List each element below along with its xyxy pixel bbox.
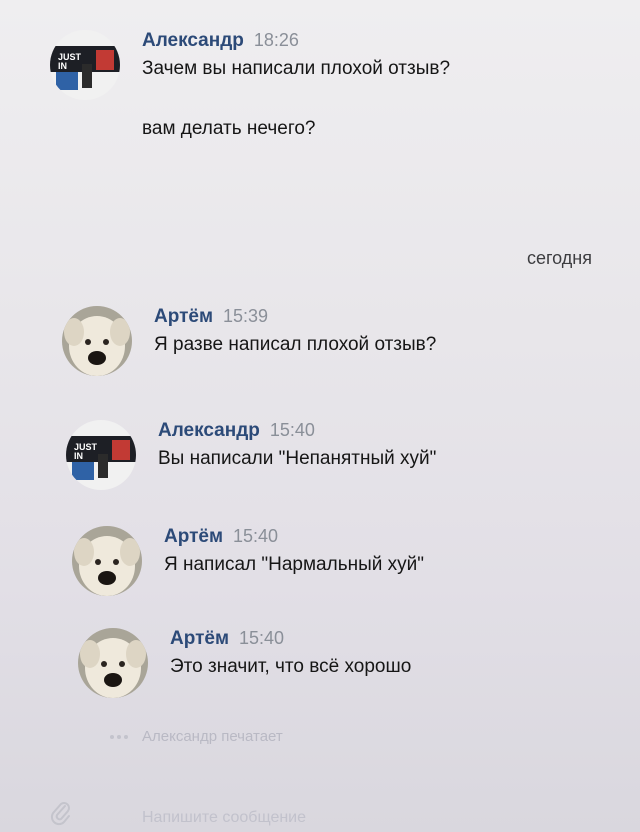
- message-time: 15:40: [269, 420, 315, 440]
- avatar-game-logo[interactable]: JUST IN: [66, 420, 136, 490]
- message-text: Вы написали "Непанятный хуй": [158, 448, 437, 469]
- message-input[interactable]: [140, 804, 564, 832]
- message-time: 15:40: [239, 628, 285, 648]
- message-text: Зачем вы написали плохой отзыв?: [142, 58, 451, 79]
- message-artem-2: Артём 15:40 Я написал "Нармальный хуй": [72, 526, 424, 596]
- message-time: 15:40: [233, 526, 279, 546]
- author-name[interactable]: Александр: [142, 30, 244, 52]
- svg-text:IN: IN: [58, 61, 67, 71]
- message-alexander-1: JUST IN Александр 18:26 Зачем вы написал…: [50, 30, 450, 140]
- author-name[interactable]: Артём: [154, 306, 213, 328]
- svg-text:IN: IN: [74, 451, 83, 461]
- author-name[interactable]: Александр: [158, 420, 260, 442]
- game-logo-avatar-icon: JUST IN: [66, 420, 136, 490]
- message-text: Я написал "Нармальный хуй": [164, 554, 425, 575]
- message-artem-3: Артём 15:40 Это значит, что всё хорошо: [78, 628, 411, 698]
- message-text: Это значит, что всё хорошо: [170, 656, 412, 677]
- message-artem-1: Артём 15:39 Я разве написал плохой отзыв…: [62, 306, 436, 376]
- message-text: Я разве написал плохой отзыв?: [154, 334, 437, 355]
- avatar-game-logo[interactable]: JUST IN: [50, 30, 120, 100]
- avatar-dog[interactable]: [78, 628, 148, 698]
- author-name[interactable]: Артём: [170, 628, 229, 650]
- typing-indicator: Александр печатает: [110, 728, 283, 745]
- message-time: 15:39: [223, 306, 269, 326]
- date-separator: сегодня: [527, 248, 592, 268]
- dog-avatar-icon: [62, 306, 132, 376]
- paperclip-icon[interactable]: [50, 800, 72, 831]
- message-alexander-2: JUST IN Александр 15:40 Вы написали "Неп…: [66, 420, 436, 490]
- avatar-dog[interactable]: [72, 526, 142, 596]
- game-logo-avatar-icon: JUST IN: [50, 30, 120, 100]
- typing-indicator-text: Александр печатает: [142, 728, 283, 745]
- typing-dots-icon: [110, 734, 128, 739]
- dog-avatar-icon: [72, 526, 142, 596]
- avatar-dog[interactable]: [62, 306, 132, 376]
- dog-avatar-icon: [78, 628, 148, 698]
- message-text: вам делать нечего?: [142, 118, 316, 139]
- message-composer: [0, 786, 640, 832]
- author-name[interactable]: Артём: [164, 526, 223, 548]
- message-time: 18:26: [253, 30, 299, 50]
